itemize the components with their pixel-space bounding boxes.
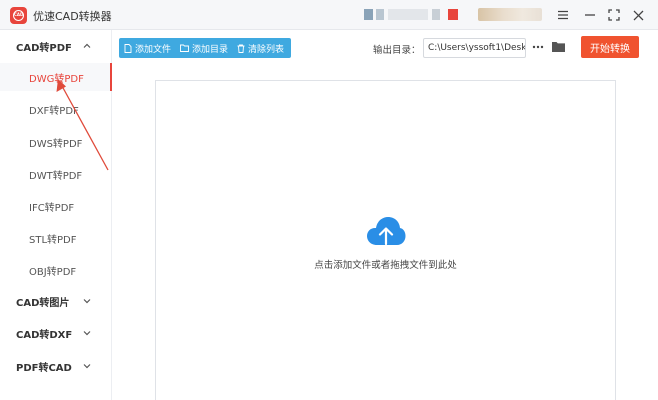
sidebar-item-label: DWS转PDF: [29, 138, 83, 150]
add-file-label: 添加文件: [135, 44, 172, 55]
output-dir-label: 输出目录：: [373, 45, 421, 56]
sidebar-group-cad-to-pdf[interactable]: CAD转PDF: [0, 32, 112, 60]
sidebar-item-label: DWT转PDF: [29, 170, 83, 182]
sidebar-group-label: CAD转DXF: [16, 329, 73, 341]
sidebar-group-label: CAD转图片: [16, 297, 70, 309]
file-drop-area[interactable]: 点击添加文件或者拖拽文件到此处: [155, 80, 616, 400]
sidebar-item-label: DWG转PDF: [29, 73, 84, 85]
sidebar: CAD转PDF DWG转PDF DXF转PDF DWS转PDF DWT转PDF …: [0, 30, 112, 400]
chevron-down-icon: [83, 331, 91, 336]
start-convert-button[interactable]: 开始转换: [581, 36, 639, 58]
menu-icon[interactable]: [553, 5, 573, 25]
sidebar-item-label: STL转PDF: [29, 234, 77, 246]
close-icon[interactable]: [628, 5, 648, 25]
drop-hint-text: 点击添加文件或者拖拽文件到此处: [314, 260, 457, 271]
file-icon: [124, 43, 132, 53]
app-logo-icon: CAD: [10, 7, 27, 24]
clear-list-button[interactable]: 清除列表: [232, 38, 288, 58]
title-bar: CAD 优速CAD转换器: [0, 0, 658, 30]
open-folder-icon[interactable]: [551, 39, 566, 54]
sidebar-group-pdf-to-cad[interactable]: PDF转CAD: [0, 352, 112, 380]
sidebar-item-stl-to-pdf[interactable]: STL转PDF: [0, 224, 112, 252]
sidebar-item-dxf-to-pdf[interactable]: DXF转PDF: [0, 95, 112, 123]
sidebar-item-dws-to-pdf[interactable]: DWS转PDF: [0, 128, 112, 156]
output-dir-field[interactable]: C:\Users\yssoft1\Desktop: [423, 38, 526, 58]
add-file-button[interactable]: 添加文件: [119, 38, 175, 58]
app-title: 优速CAD转换器: [33, 10, 112, 23]
sidebar-item-label: OBJ转PDF: [29, 266, 77, 278]
add-folder-label: 添加目录: [192, 44, 229, 55]
clear-list-label: 清除列表: [248, 44, 285, 55]
sidebar-item-dwt-to-pdf[interactable]: DWT转PDF: [0, 160, 112, 188]
minimize-icon[interactable]: [580, 5, 600, 25]
sidebar-item-ifc-to-pdf[interactable]: IFC转PDF: [0, 192, 112, 220]
blurred-account-info: [364, 9, 464, 20]
app-logo-text: CAD: [13, 10, 24, 21]
sidebar-group-label: CAD转PDF: [16, 42, 72, 54]
maximize-icon[interactable]: [604, 5, 624, 25]
folder-icon: [180, 44, 189, 52]
blurred-user-avatar: [478, 8, 542, 21]
file-toolbar: 添加文件 添加目录 清除列表: [119, 38, 291, 58]
sidebar-item-label: DXF转PDF: [29, 105, 79, 117]
more-options-icon[interactable]: [531, 40, 545, 54]
sidebar-group-cad-to-dxf[interactable]: CAD转DXF: [0, 319, 112, 347]
sidebar-item-obj-to-pdf[interactable]: OBJ转PDF: [0, 256, 112, 284]
sidebar-group-cad-to-image[interactable]: CAD转图片: [0, 287, 112, 315]
sidebar-group-label: PDF转CAD: [16, 362, 72, 374]
chevron-up-icon: [83, 43, 91, 48]
cloud-upload-icon: [367, 217, 406, 246]
trash-icon: [237, 44, 245, 53]
add-folder-button[interactable]: 添加目录: [175, 38, 232, 58]
sidebar-item-label: IFC转PDF: [29, 202, 75, 214]
chevron-down-icon: [83, 299, 91, 304]
sidebar-item-dwg-to-pdf[interactable]: DWG转PDF: [0, 63, 112, 91]
chevron-down-icon: [83, 364, 91, 369]
